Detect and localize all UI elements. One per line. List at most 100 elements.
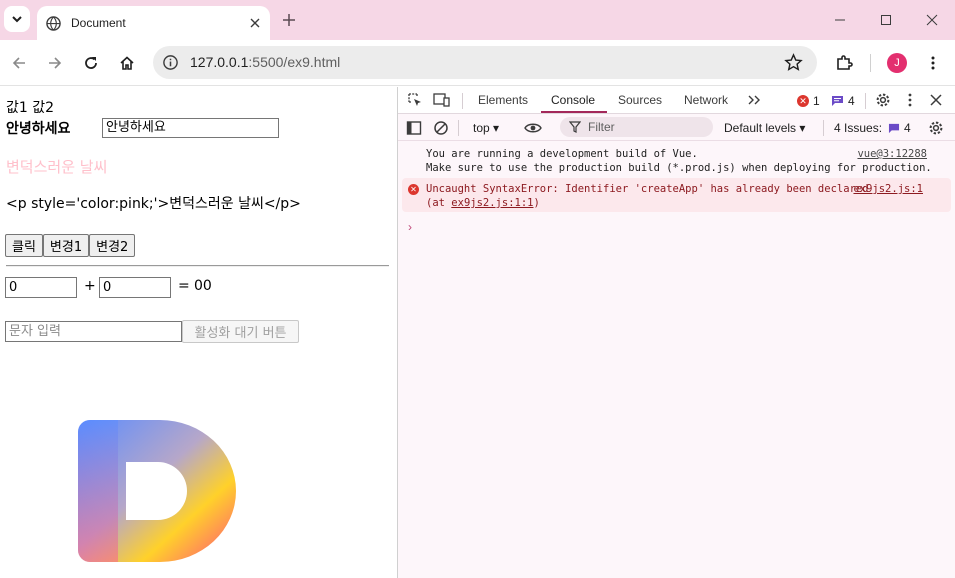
tab-title: Document [71, 16, 126, 30]
arrow-right-icon [49, 57, 62, 69]
error-location: (at ex9js2.js:1:1) [426, 196, 951, 210]
browser-toolbar: 127.0.0.1:5500/ex9.html J [0, 40, 955, 86]
browser-menu-button[interactable] [922, 52, 944, 74]
new-tab-button[interactable] [279, 10, 299, 30]
tab-close-icon[interactable] [246, 14, 264, 32]
browser-tab[interactable]: Document [37, 6, 270, 40]
console-filter-input[interactable]: Filter [560, 117, 713, 137]
minimize-button[interactable] [830, 10, 850, 30]
issues-label: 4 Issues: [834, 121, 883, 135]
text-input[interactable]: 문자 입력 [5, 321, 182, 342]
tab-search-button[interactable] [4, 6, 30, 32]
error-source-link[interactable]: ex9js2.js:1 [853, 182, 923, 196]
home-button[interactable] [116, 52, 138, 74]
back-button[interactable] [8, 52, 30, 74]
tab-separator [462, 93, 463, 109]
greeting-input[interactable]: 안녕하세요 [102, 118, 279, 138]
page-viewport: 값1 값2 안녕하세요 안녕하세요 변덕스러운 날씨 <p style='col… [0, 87, 397, 578]
tab-elements[interactable]: Elements [478, 93, 528, 107]
minimize-icon [835, 19, 845, 21]
pink-weather-text: 변덕스러운 날씨 [6, 158, 108, 176]
puzzle-icon [837, 55, 853, 70]
tab-sources[interactable]: Sources [618, 93, 662, 107]
error-icon: ✕ [408, 184, 419, 195]
device-toolbar-icon[interactable] [433, 91, 451, 109]
change2-button[interactable]: 변경2 [89, 234, 136, 257]
message-count-badge[interactable]: 4 [831, 94, 855, 108]
arrow-left-icon [12, 57, 25, 69]
reload-button[interactable] [80, 52, 102, 74]
issues-count: 4 [904, 121, 911, 135]
toolbar-separator [870, 54, 871, 72]
message-icon [832, 96, 843, 106]
site-info-icon[interactable] [162, 54, 179, 71]
error-location-link[interactable]: ex9js2.js:1:1 [451, 197, 533, 209]
filter-placeholder: Filter [588, 120, 615, 134]
close-devtools-icon[interactable] [927, 91, 945, 109]
console-message-info: You are running a development build of V… [398, 142, 955, 178]
clear-console-icon[interactable] [432, 119, 450, 137]
address-bar[interactable]: 127.0.0.1:5500/ex9.html [153, 46, 817, 79]
more-vertical-icon [931, 56, 935, 70]
star-icon[interactable] [784, 53, 803, 72]
greeting-label: 안녕하세요 [6, 121, 71, 137]
error-count-badge[interactable]: ✕ 1 [797, 94, 820, 108]
maximize-button[interactable] [876, 10, 896, 30]
click-button[interactable]: 클릭 [5, 234, 43, 257]
forward-button[interactable] [44, 52, 66, 74]
error-location-prefix: (at [426, 197, 452, 209]
url-path: :5500/ex9.html [248, 54, 341, 70]
change1-button[interactable]: 변경1 [42, 234, 90, 257]
caret-down-icon: ▾ [799, 121, 806, 135]
console-settings-icon[interactable] [927, 119, 945, 137]
console-prompt[interactable]: › [408, 220, 412, 234]
error-icon: ✕ [797, 95, 809, 107]
more-tabs-icon[interactable] [745, 91, 763, 109]
log-levels-dropdown[interactable]: Default levels ▾ [724, 121, 805, 135]
message-source-link[interactable]: vue@3:12288 [857, 147, 927, 161]
reload-icon [85, 57, 97, 69]
raw-html-text: <p style='color:pink;'>변덕스러운 날씨</p> [6, 196, 301, 212]
tab-separator [865, 93, 866, 109]
number-input-b[interactable]: 0 [99, 277, 171, 298]
bar-separator [458, 120, 459, 136]
number-input-a[interactable]: 0 [5, 277, 77, 298]
console-messages: You are running a development build of V… [398, 142, 955, 212]
chevron-down-icon [12, 16, 22, 23]
plus-icon [283, 14, 295, 26]
error-location-suffix: ) [533, 197, 540, 209]
context-selector[interactable]: top ▾ [473, 121, 499, 135]
settings-gear-icon[interactable] [874, 91, 892, 109]
horizontal-rule [6, 265, 389, 267]
active-tab-indicator [541, 111, 607, 113]
close-window-button[interactable] [922, 10, 942, 30]
issues-button[interactable]: 4 Issues: 4 [834, 121, 911, 135]
profile-avatar[interactable]: J [887, 53, 907, 73]
button-row: 클릭 변경1 변경2 [5, 234, 136, 257]
message-count: 4 [848, 94, 855, 108]
maximize-icon [881, 15, 891, 25]
sidebar-toggle-icon[interactable] [405, 119, 423, 137]
message-icon [888, 123, 900, 133]
sum-result: 00 [194, 278, 212, 294]
plus-sign: + [84, 278, 96, 294]
url-host: 127.0.0.1 [190, 54, 249, 70]
tab-strip: Document [0, 0, 955, 40]
filter-icon [569, 121, 581, 133]
tab-network[interactable]: Network [684, 93, 728, 107]
extensions-button[interactable] [833, 52, 855, 74]
caret-down-icon: ▾ [493, 121, 500, 135]
tab-console[interactable]: Console [551, 93, 595, 107]
equals-sign: = [178, 278, 190, 294]
live-expression-eye-icon[interactable] [524, 119, 542, 137]
context-label: top [473, 121, 490, 135]
devtools-tab-bar: Elements Console Sources Network ✕ 1 4 [398, 87, 955, 114]
url-text[interactable]: 127.0.0.1:5500/ex9.html [190, 54, 340, 70]
devtools-menu-icon[interactable] [901, 91, 919, 109]
console-toolbar: top ▾ Filter Default levels ▾ 4 Issues: … [398, 115, 955, 141]
message-line: Make sure to use the production build (*… [426, 162, 932, 174]
inspect-element-icon[interactable] [406, 91, 424, 109]
error-count: 1 [813, 94, 820, 108]
devtools-panel: Elements Console Sources Network ✕ 1 4 t… [398, 87, 955, 578]
values-text: 값1 값2 [6, 100, 55, 116]
